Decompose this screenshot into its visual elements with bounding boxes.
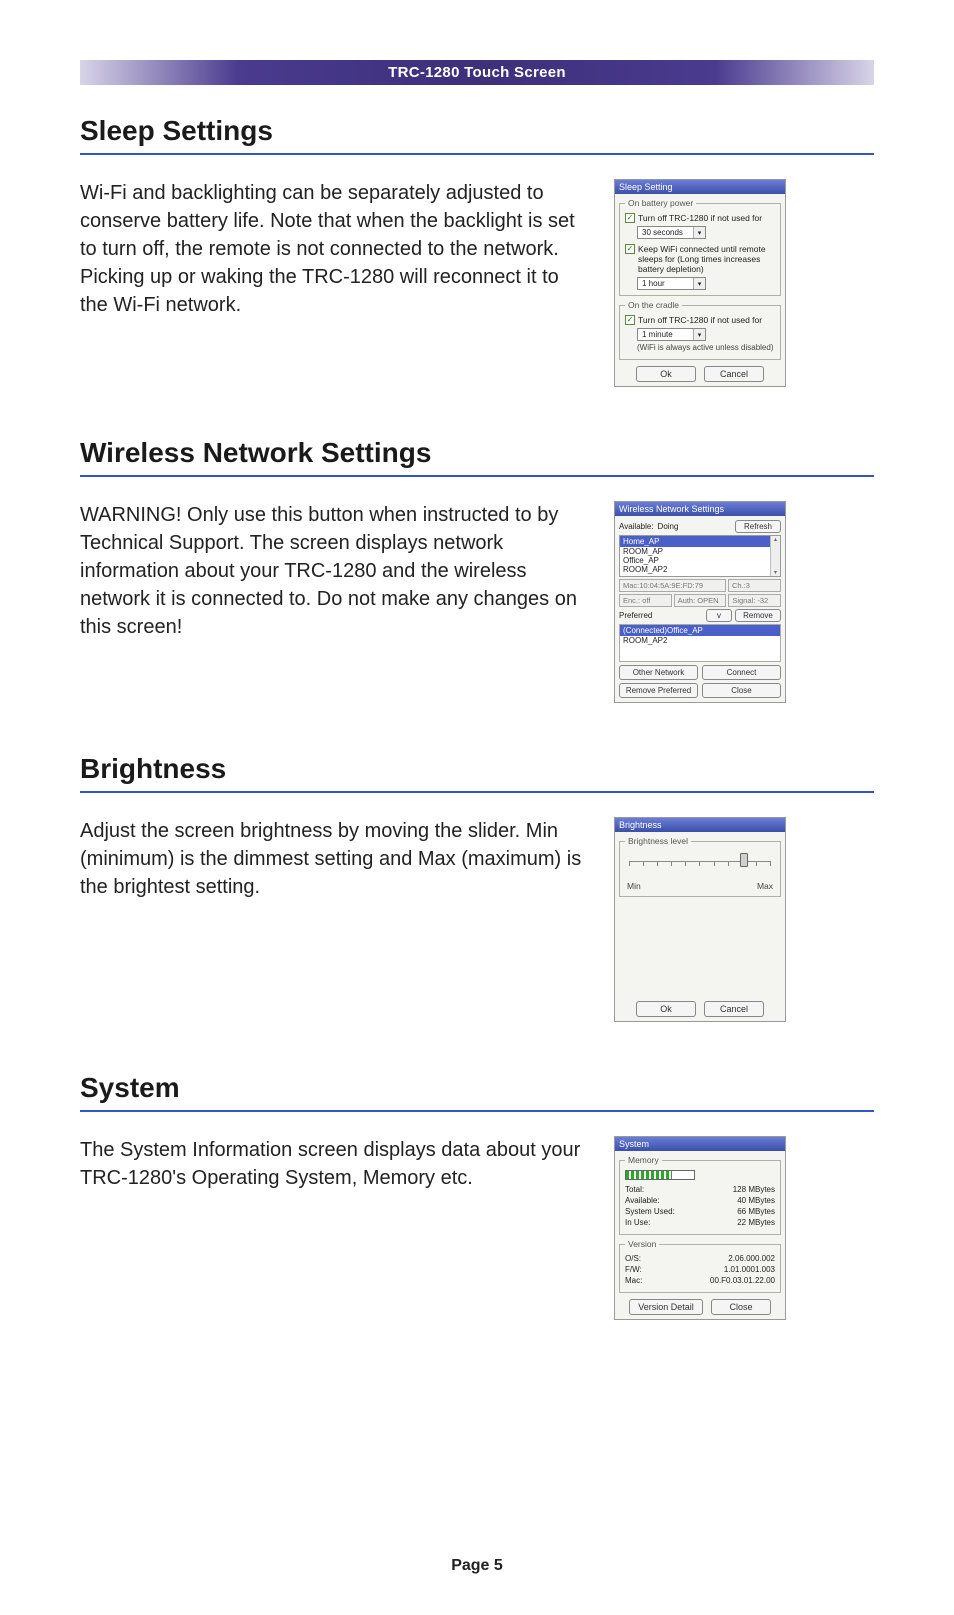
available-unit: MBytes — [748, 1196, 775, 1205]
header-title: TRC-1280 Touch Screen — [388, 64, 566, 81]
checkbox-turnoff-cradle[interactable]: ✓ — [625, 315, 635, 325]
brightness-panel-title: Brightness — [615, 818, 785, 832]
mac-value: 00.F0.03.01.22.00 — [710, 1276, 775, 1285]
available-label: Available: — [619, 522, 654, 531]
version-group: Version O/S: 2.06.000.002 F/W: 1.01.0001.0… — [619, 1239, 781, 1293]
keep-wifi-value: 1 hour — [638, 279, 693, 288]
system-panel-title: System — [615, 1137, 785, 1151]
memory-bar — [625, 1170, 695, 1180]
inuse-value: 22 — [737, 1218, 746, 1227]
system-panel: System Memory Total: 128 MBytes Available… — [614, 1136, 786, 1320]
sysused-value: 66 — [737, 1207, 746, 1216]
mac-cell: Mac:10:04:5A:9E:FD:79 — [619, 579, 726, 592]
page-footer: Page 5 — [0, 1557, 954, 1575]
signal-cell: Signal: -32 — [728, 594, 781, 607]
preferred-item-connected[interactable]: (Connected)Office_AP — [620, 625, 780, 636]
remove-preferred-button[interactable]: Remove Preferred — [619, 683, 698, 698]
total-value: 128 — [733, 1185, 746, 1194]
sleep-panel-title: Sleep Setting — [615, 180, 785, 194]
ok-button[interactable]: Ok — [636, 1001, 696, 1017]
wireless-panel-title: Wireless Network Settings — [615, 502, 785, 516]
battery-power-group: On battery power ✓ Turn off TRC-1280 if … — [619, 198, 781, 296]
turnoff-cradle-label: Turn off TRC-1280 if not used for — [638, 315, 762, 325]
battery-power-legend: On battery power — [625, 198, 696, 208]
keep-wifi-dropdown[interactable]: 1 hour ▾ — [637, 277, 706, 290]
other-network-button[interactable]: Other Network — [619, 665, 698, 680]
connect-button[interactable]: Connect — [702, 665, 781, 680]
ok-button[interactable]: Ok — [636, 366, 696, 382]
brightness-level-legend: Brightness level — [625, 836, 691, 846]
preferred-label: Preferred — [619, 611, 703, 620]
cradle-group: On the cradle ✓ Turn off TRC-1280 if not… — [619, 300, 781, 360]
fw-value: 1.01.0001.003 — [724, 1265, 775, 1274]
brightness-body-text: Adjust the screen brightness by moving t… — [80, 817, 590, 901]
total-unit: MBytes — [748, 1185, 775, 1194]
inuse-label: In Use: — [625, 1218, 650, 1227]
sysused-unit: MBytes — [748, 1207, 775, 1216]
list-item[interactable]: Office_AP — [620, 556, 780, 565]
auth-cell: Auth: OPEN — [674, 594, 727, 607]
scrollbar[interactable]: ▴▾ — [770, 536, 780, 576]
mac-label: Mac: — [625, 1276, 642, 1285]
page-number: Page 5 — [451, 1557, 503, 1574]
system-body-text: The System Information screen displays d… — [80, 1136, 590, 1192]
brightness-slider[interactable] — [629, 861, 771, 879]
slider-min-label: Min — [627, 881, 641, 891]
list-item[interactable]: ROOM_AP — [620, 547, 780, 556]
sleep-heading: Sleep Settings — [80, 115, 874, 155]
keep-wifi-label: Keep WiFi connected until remote sleeps … — [638, 244, 775, 274]
close-button[interactable]: Close — [702, 683, 781, 698]
refresh-button[interactable]: Refresh — [735, 520, 781, 533]
sleep-body-text: Wi-Fi and backlighting can be separately… — [80, 179, 590, 319]
document-header: TRC-1280 Touch Screen — [80, 60, 874, 85]
list-item-selected[interactable]: Home_AP — [620, 536, 780, 547]
available-networks-list[interactable]: Home_AP ROOM_AP Office_AP ROOM_AP2 ▴▾ — [619, 535, 781, 577]
wireless-settings-panel: Wireless Network Settings Available: Doi… — [614, 501, 786, 703]
available-status: Doing — [658, 522, 731, 531]
available-value: 40 — [737, 1196, 746, 1205]
available-label: Available: — [625, 1196, 660, 1205]
wireless-heading: Wireless Network Settings — [80, 437, 874, 477]
cancel-button[interactable]: Cancel — [704, 1001, 764, 1017]
cradle-legend: On the cradle — [625, 300, 682, 310]
inuse-unit: MBytes — [748, 1218, 775, 1227]
system-heading: System — [80, 1072, 874, 1112]
enc-cell: Enc.: off — [619, 594, 672, 607]
memory-legend: Memory — [625, 1155, 662, 1165]
turnoff-battery-label: Turn off TRC-1280 if not used for — [638, 213, 762, 223]
sysused-label: System Used: — [625, 1207, 675, 1216]
checkbox-keep-wifi[interactable]: ✓ — [625, 244, 635, 254]
brightness-panel: Brightness Brightness level Min Max Ok C… — [614, 817, 786, 1022]
version-legend: Version — [625, 1239, 659, 1249]
os-value: 2.06.000.002 — [728, 1254, 775, 1263]
chevron-down-icon: ▾ — [693, 329, 705, 340]
slider-max-label: Max — [757, 881, 773, 891]
turnoff-battery-value: 30 seconds — [638, 228, 693, 237]
brightness-heading: Brightness — [80, 753, 874, 793]
turnoff-cradle-value: 1 minute — [638, 330, 693, 339]
slider-thumb[interactable] — [740, 853, 748, 867]
close-button[interactable]: Close — [711, 1299, 771, 1315]
chevron-down-icon: ▾ — [693, 278, 705, 289]
cancel-button[interactable]: Cancel — [704, 366, 764, 382]
turnoff-cradle-dropdown[interactable]: 1 minute ▾ — [637, 328, 706, 341]
preferred-networks-list[interactable]: (Connected)Office_AP ROOM_AP2 — [619, 624, 781, 662]
version-detail-button[interactable]: Version Detail — [629, 1299, 703, 1315]
preferred-item[interactable]: ROOM_AP2 — [620, 636, 780, 645]
channel-cell: Ch.:3 — [728, 579, 781, 592]
remove-button[interactable]: Remove — [735, 609, 781, 622]
chevron-down-icon: ▾ — [693, 227, 705, 238]
fw-label: F/W: — [625, 1265, 642, 1274]
os-label: O/S: — [625, 1254, 641, 1263]
move-down-button[interactable]: v — [706, 609, 732, 622]
brightness-level-group: Brightness level Min Max — [619, 836, 781, 897]
checkbox-turnoff-battery[interactable]: ✓ — [625, 213, 635, 223]
total-label: Total: — [625, 1185, 644, 1194]
list-item[interactable]: ROOM_AP2 — [620, 565, 780, 574]
wifi-always-active-note: (WiFi is always active unless disabled) — [637, 343, 775, 352]
wireless-body-text: WARNING! Only use this button when instr… — [80, 501, 590, 641]
turnoff-battery-dropdown[interactable]: 30 seconds ▾ — [637, 226, 706, 239]
sleep-settings-panel: Sleep Setting On battery power ✓ Turn of… — [614, 179, 786, 387]
memory-group: Memory Total: 128 MBytes Available: 40 MBy… — [619, 1155, 781, 1235]
